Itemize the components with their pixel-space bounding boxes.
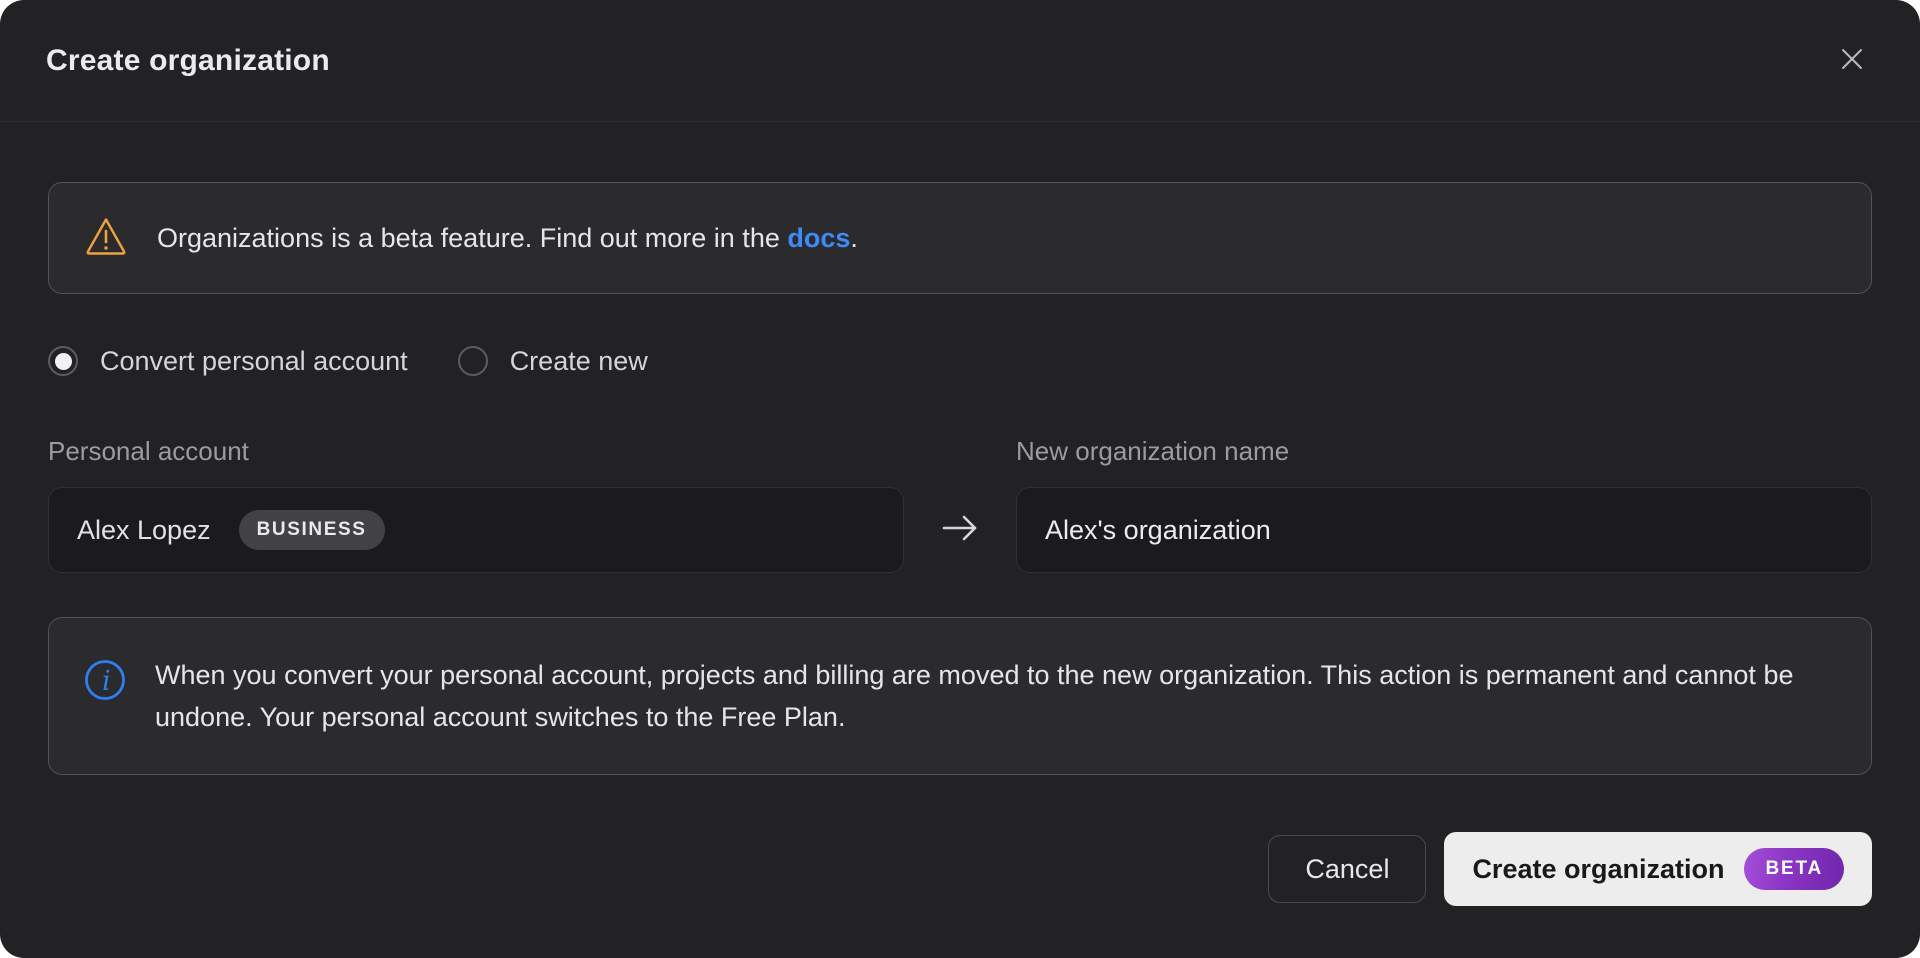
radio-selected-icon bbox=[48, 346, 78, 376]
beta-badge: BETA bbox=[1744, 848, 1844, 890]
beta-warning-banner: Organizations is a beta feature. Find ou… bbox=[48, 182, 1872, 294]
arrow-right-icon bbox=[904, 436, 1016, 573]
dialog-footer: Cancel Create organization BETA bbox=[48, 832, 1872, 906]
new-org-field-group: New organization name bbox=[1016, 436, 1872, 573]
warning-triangle-icon bbox=[83, 213, 129, 264]
personal-account-field: Alex Lopez BUSINESS bbox=[48, 487, 904, 573]
info-circle-icon: i bbox=[83, 658, 127, 707]
create-organization-dialog: Create organization Organizations is a b… bbox=[0, 0, 1920, 958]
radio-label: Convert personal account bbox=[100, 346, 408, 377]
radio-create-new[interactable]: Create new bbox=[458, 346, 648, 377]
close-button[interactable] bbox=[1830, 39, 1874, 83]
cancel-button[interactable]: Cancel bbox=[1268, 835, 1426, 903]
dialog-body: Organizations is a beta feature. Find ou… bbox=[0, 122, 1920, 958]
beta-banner-text: Organizations is a beta feature. Find ou… bbox=[157, 217, 858, 259]
dialog-title: Create organization bbox=[46, 44, 330, 78]
convert-info-banner: i When you convert your personal account… bbox=[48, 617, 1872, 775]
create-organization-button[interactable]: Create organization BETA bbox=[1444, 832, 1872, 906]
beta-banner-text-end: . bbox=[850, 223, 858, 253]
radio-unselected-icon bbox=[458, 346, 488, 376]
close-icon bbox=[1836, 43, 1868, 78]
account-mode-radio-group: Convert personal account Create new bbox=[48, 346, 1872, 376]
convert-fields-row: Personal account Alex Lopez BUSINESS New… bbox=[48, 436, 1872, 573]
dialog-header: Create organization bbox=[0, 0, 1920, 122]
radio-label: Create new bbox=[510, 346, 648, 377]
beta-banner-text-start: Organizations is a beta feature. Find ou… bbox=[157, 223, 787, 253]
svg-text:i: i bbox=[102, 666, 111, 697]
info-banner-text: When you convert your personal account, … bbox=[155, 654, 1835, 738]
create-organization-button-label: Create organization bbox=[1472, 854, 1724, 885]
personal-account-value: Alex Lopez bbox=[77, 515, 211, 546]
personal-account-label: Personal account bbox=[48, 436, 904, 467]
docs-link[interactable]: docs bbox=[787, 223, 850, 253]
personal-account-field-group: Personal account Alex Lopez BUSINESS bbox=[48, 436, 904, 573]
new-org-name-input[interactable] bbox=[1016, 487, 1872, 573]
new-org-name-label: New organization name bbox=[1016, 436, 1872, 467]
radio-convert-personal-account[interactable]: Convert personal account bbox=[48, 346, 408, 377]
business-plan-badge: BUSINESS bbox=[239, 510, 385, 550]
